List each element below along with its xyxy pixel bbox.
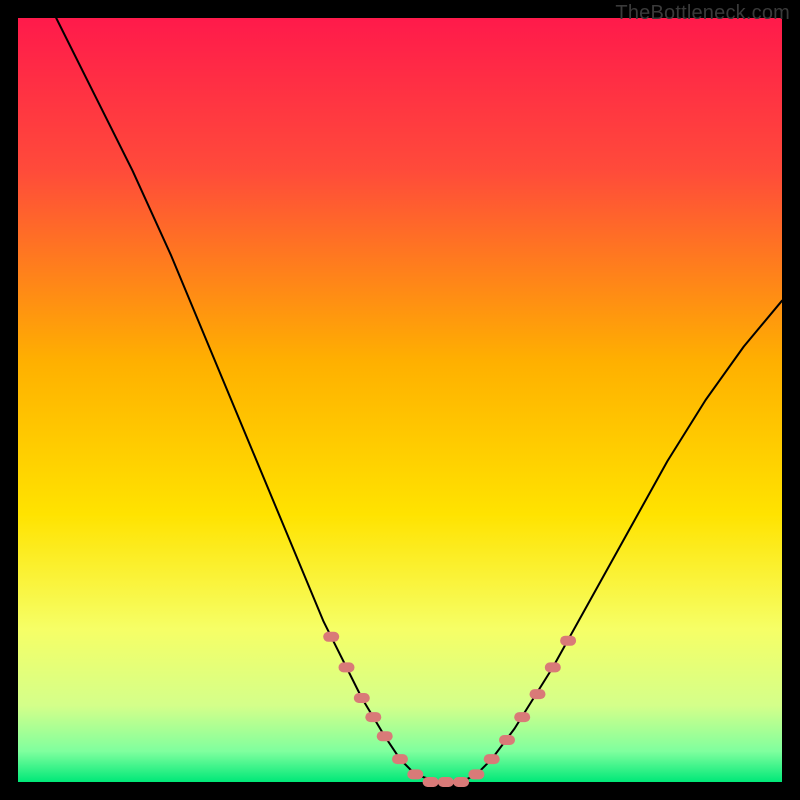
chart-svg bbox=[18, 18, 782, 782]
marker-point bbox=[392, 754, 408, 764]
marker-point bbox=[514, 712, 530, 722]
marker-point bbox=[377, 731, 393, 741]
marker-point bbox=[499, 735, 515, 745]
chart-frame bbox=[18, 18, 782, 782]
marker-point bbox=[560, 636, 576, 646]
marker-point bbox=[365, 712, 381, 722]
highlighted-markers bbox=[323, 632, 576, 787]
marker-point bbox=[545, 662, 561, 672]
marker-point bbox=[407, 769, 423, 779]
watermark-text: TheBottleneck.com bbox=[615, 2, 790, 25]
marker-point bbox=[339, 662, 355, 672]
marker-point bbox=[468, 769, 484, 779]
marker-point bbox=[423, 777, 439, 787]
marker-point bbox=[484, 754, 500, 764]
marker-point bbox=[354, 693, 370, 703]
marker-point bbox=[453, 777, 469, 787]
bottleneck-curve-path bbox=[56, 18, 782, 782]
marker-point bbox=[323, 632, 339, 642]
marker-point bbox=[438, 777, 454, 787]
marker-point bbox=[530, 689, 546, 699]
